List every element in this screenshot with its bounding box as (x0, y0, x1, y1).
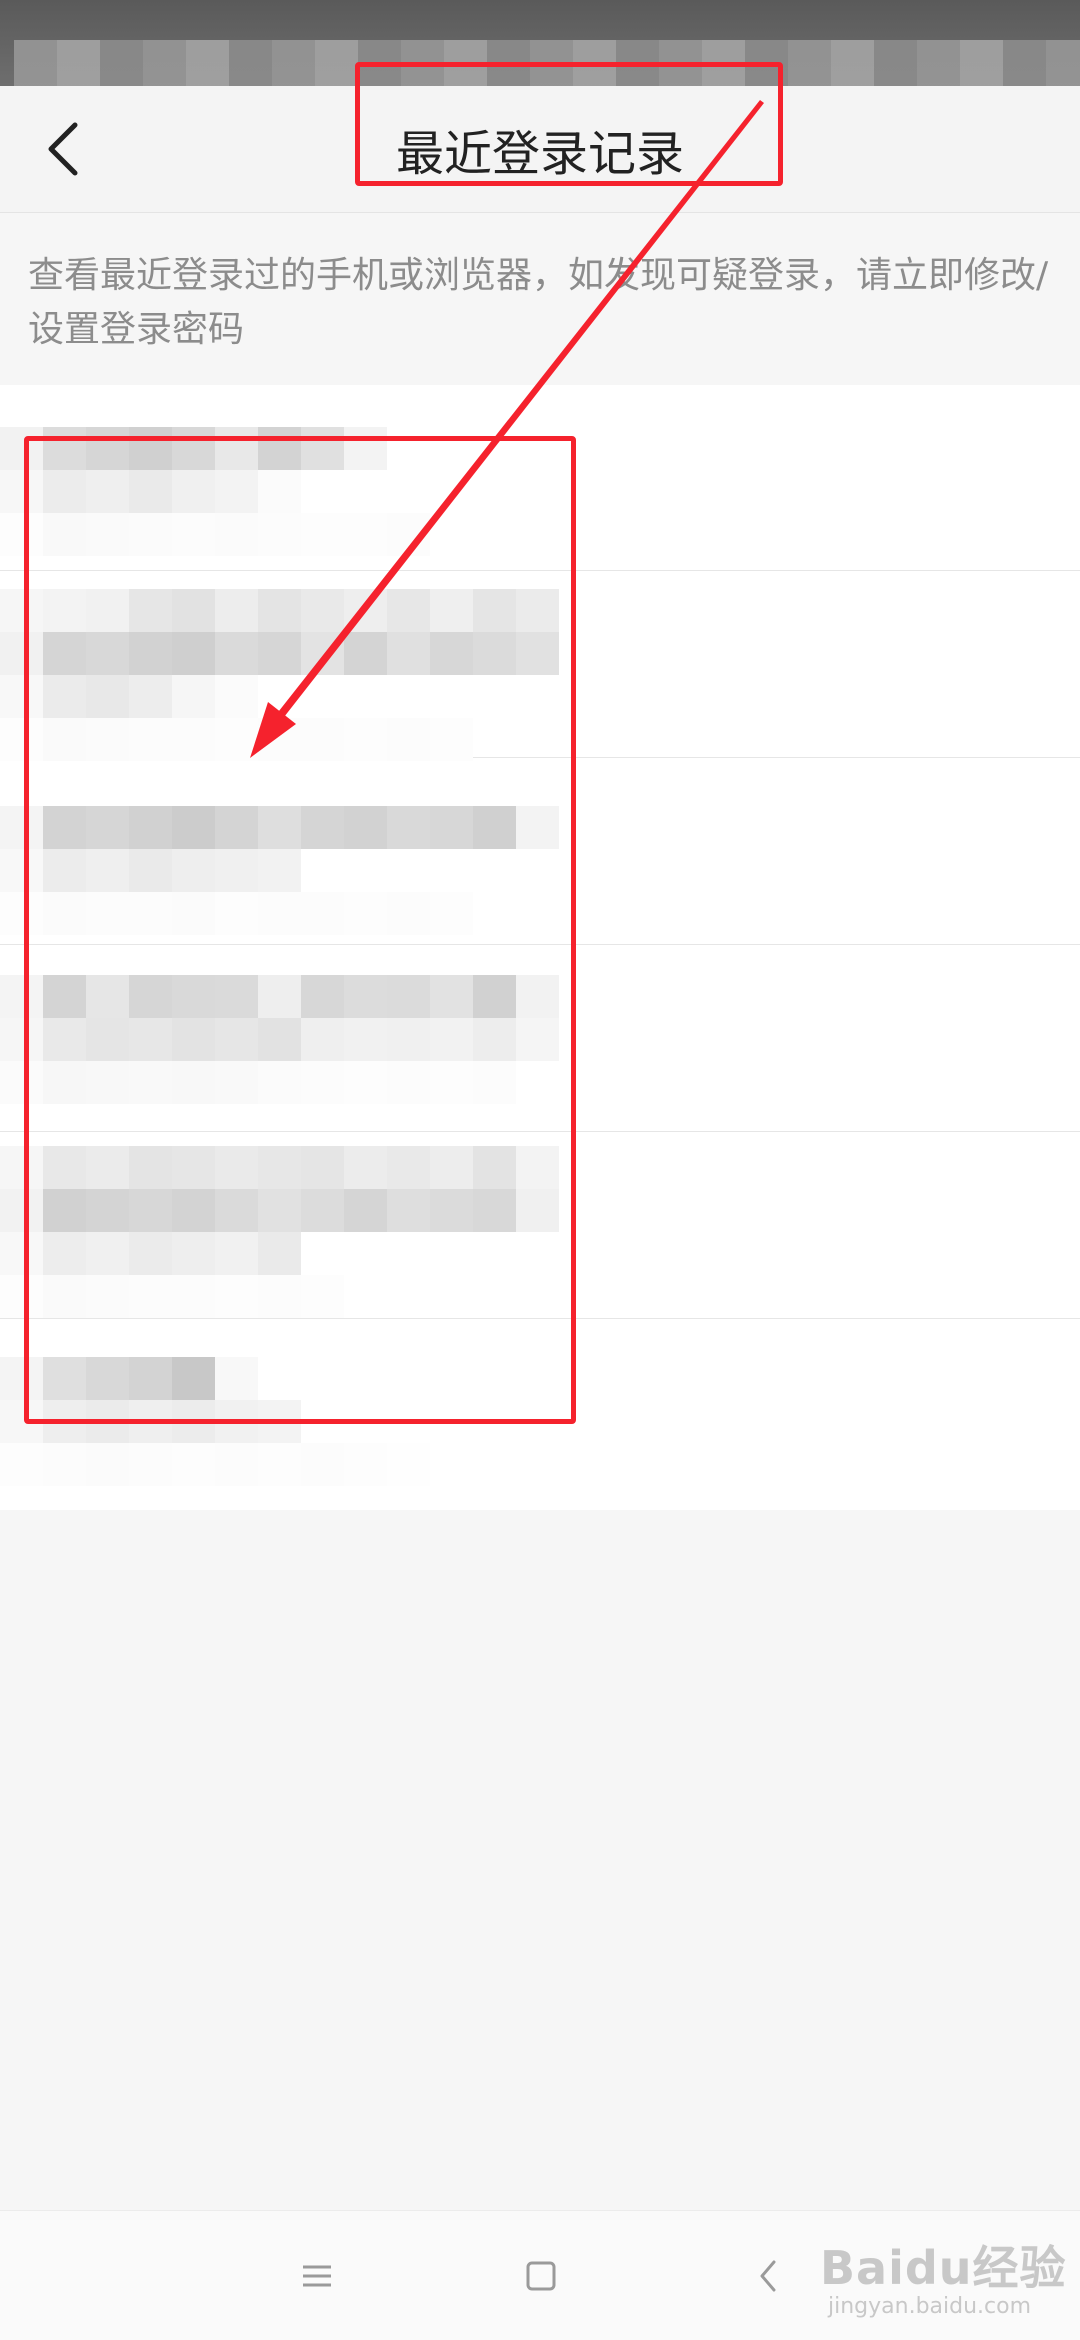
nav-back-button[interactable] (735, 2243, 801, 2309)
security-notice: 查看最近登录过的手机或浏览器，如发现可疑登录，请立即修改/设置登录密码 (0, 213, 1080, 385)
baidu-watermark: Baidu经验 jingyan.baidu.com (820, 2232, 1070, 2332)
watermark-url: jingyan.baidu.com (828, 2294, 1032, 2319)
square-icon (526, 2261, 556, 2291)
annotation-title-box (355, 62, 783, 186)
menu-icon (303, 2265, 331, 2287)
home-button[interactable] (508, 2243, 574, 2309)
watermark-text: Baidu经验 (820, 2241, 1067, 2295)
menu-button[interactable] (284, 2243, 350, 2309)
login-records-screen: 最近登录记录 查看最近登录过的手机或浏览器，如发现可疑登录，请立即修改/设置登录… (0, 0, 1080, 2340)
notice-text: 查看最近登录过的手机或浏览器，如发现可疑登录，请立即修改/设置登录密码 (28, 255, 1049, 350)
chevron-left-icon (760, 2260, 776, 2292)
annotation-list-box (24, 436, 576, 1424)
